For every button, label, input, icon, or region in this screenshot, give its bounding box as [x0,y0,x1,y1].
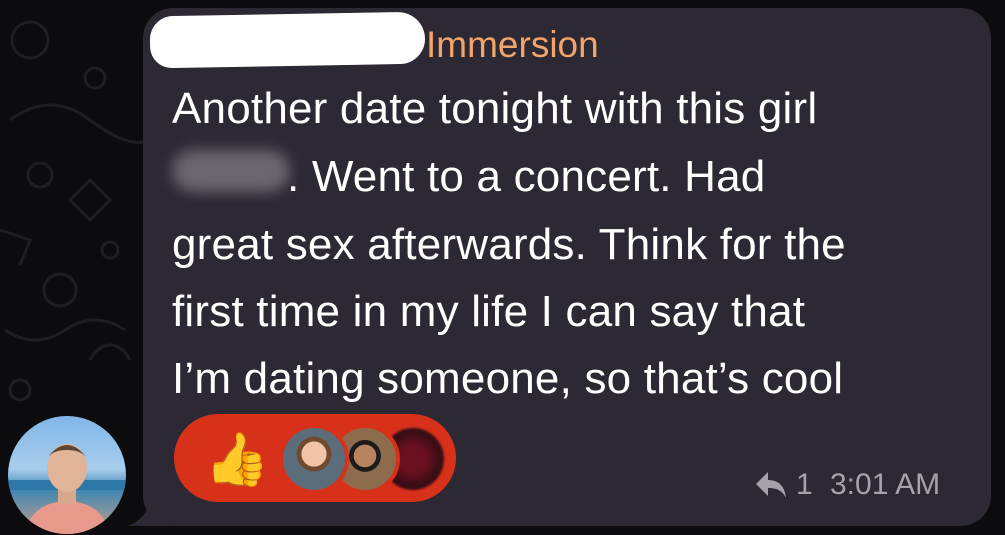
sender-avatar[interactable] [8,416,126,534]
redacted-sender-prefix [149,11,426,69]
avatar-photo [8,444,126,534]
thumbs-up-icon: 👍 [204,431,270,489]
message-time: 3:01 AM [830,468,941,501]
message-line-5: I’m dating someone, so that’s cool [172,354,844,403]
message-line-4: first time in my life I can say that [172,287,806,336]
blurred-name [172,150,290,192]
reactor-avatar-1 [279,424,349,494]
message-line-3: great sex afterwards. Think for the [172,220,846,269]
message-line-2: . Went to a concert. Had [287,152,766,201]
message-line-1: Another date tonight with this girl [172,84,818,133]
sender-name[interactable]: Immersion [426,24,599,66]
reply-arrow-icon[interactable] [754,470,788,500]
reply-count[interactable]: 1 [796,468,813,502]
